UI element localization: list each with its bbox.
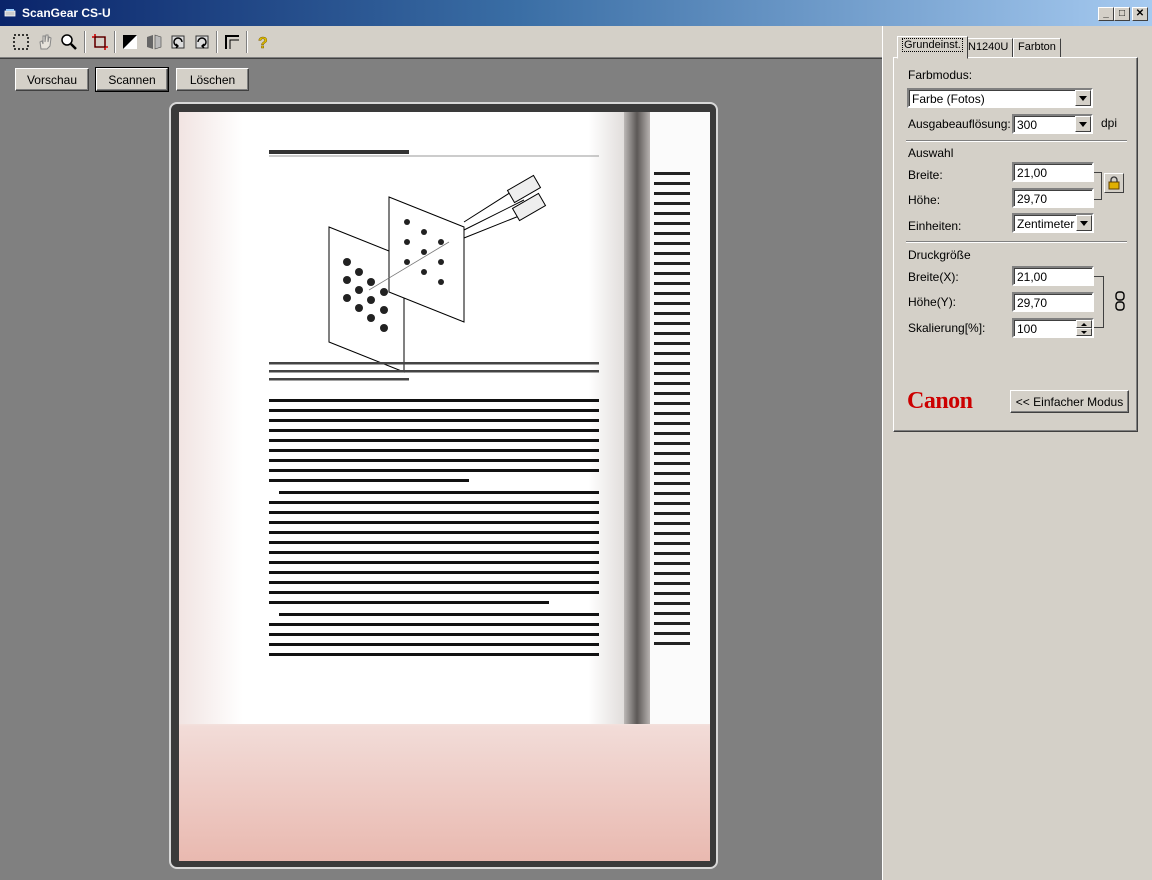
spin-up-icon[interactable]	[1076, 320, 1092, 328]
title-bar: ScanGear CS-U _ □ ✕	[0, 0, 1152, 26]
resolution-label: Ausgabeauflösung:	[908, 117, 1011, 131]
scanner-app-icon	[4, 9, 16, 17]
hand-icon[interactable]	[33, 30, 57, 54]
print-width-field[interactable]: 21,00	[1012, 266, 1094, 286]
print-height-label: Höhe(Y):	[908, 295, 957, 309]
scan-preview-image[interactable]	[179, 112, 710, 861]
scan-button[interactable]: Scannen	[95, 67, 169, 92]
width-label: Breite:	[908, 168, 943, 182]
preview-workspace: Vorschau Scannen Löschen	[0, 58, 882, 880]
svg-text:?: ?	[258, 35, 268, 51]
simple-mode-button[interactable]: << Einfacher Modus	[1010, 390, 1129, 413]
height-label: Höhe:	[908, 193, 941, 207]
select-area-icon[interactable]	[9, 30, 33, 54]
chain-link-icon[interactable]	[1113, 290, 1127, 312]
crt-diagram	[328, 174, 547, 373]
mirror-icon[interactable]	[142, 30, 166, 54]
preview-frame[interactable]	[169, 102, 718, 869]
selection-heading: Auswahl	[908, 146, 954, 160]
help-icon[interactable]: ?	[250, 30, 274, 54]
divider	[906, 241, 1127, 243]
book-page-left	[179, 112, 634, 724]
height-field[interactable]: 29,70	[1012, 188, 1094, 208]
scaling-label: Skalierung[%]:	[908, 321, 986, 335]
rotate-left-icon[interactable]	[166, 30, 190, 54]
scaling-spinner[interactable]	[1076, 320, 1092, 336]
crop-icon[interactable]	[88, 30, 112, 54]
clear-button[interactable]: Löschen	[176, 68, 249, 91]
color-mode-select[interactable]: Farbe (Fotos)	[907, 88, 1093, 108]
print-height-field[interactable]: 29,70	[1012, 292, 1094, 312]
width-field[interactable]: 21,00	[1012, 162, 1094, 182]
tab-basic-settings[interactable]: Grundeinst.	[897, 36, 968, 59]
canon-logo: Canon	[907, 388, 973, 414]
print-size-heading: Druckgröße	[908, 248, 971, 262]
auto-crop-icon[interactable]	[220, 30, 244, 54]
print-width-label: Breite(X):	[908, 270, 959, 284]
toolbar-separator	[246, 31, 248, 53]
scaling-field[interactable]: 100	[1012, 318, 1094, 338]
close-button[interactable]: ✕	[1132, 7, 1148, 21]
resolution-select[interactable]: 300	[1012, 114, 1093, 134]
print-aspect-bracket	[1094, 276, 1104, 328]
units-label: Einheiten:	[908, 219, 962, 233]
zoom-icon[interactable]	[57, 30, 81, 54]
invert-icon[interactable]	[118, 30, 142, 54]
toolbar-separator	[84, 31, 86, 53]
preview-button[interactable]: Vorschau	[15, 68, 89, 91]
aspect-bracket	[1094, 172, 1102, 200]
resolution-unit: dpi	[1101, 116, 1118, 130]
divider	[906, 140, 1127, 142]
chevron-down-icon[interactable]	[1075, 90, 1091, 106]
chevron-down-icon[interactable]	[1075, 116, 1091, 132]
toolbar-separator	[216, 31, 218, 53]
minimize-button[interactable]: _	[1098, 7, 1114, 21]
units-select[interactable]: Zentimeter	[1012, 213, 1094, 233]
rotate-right-icon[interactable]	[190, 30, 214, 54]
scanned-page-content	[269, 150, 599, 656]
maximize-button[interactable]: □	[1114, 7, 1130, 21]
toolbar: ?	[0, 26, 882, 58]
basic-settings-panel: Farbmodus: Farbe (Fotos) Ausgabeauflösun…	[893, 57, 1138, 432]
spin-down-icon[interactable]	[1076, 328, 1092, 336]
color-mode-label: Farbmodus:	[908, 68, 973, 82]
book-gutter-shadow	[624, 112, 650, 724]
tab-n1240u[interactable]: N1240U	[963, 38, 1014, 58]
chevron-down-icon[interactable]	[1076, 215, 1092, 231]
toolbar-separator	[114, 31, 116, 53]
book-page-right	[650, 112, 710, 724]
settings-panel: Grundeinst. N1240U Farbton Farbmodus: Fa…	[882, 26, 1152, 880]
tab-farbton[interactable]: Farbton	[1013, 38, 1061, 58]
lock-icon	[1108, 176, 1120, 190]
window-title: ScanGear CS-U	[22, 6, 111, 20]
lock-aspect-button[interactable]	[1104, 173, 1124, 193]
